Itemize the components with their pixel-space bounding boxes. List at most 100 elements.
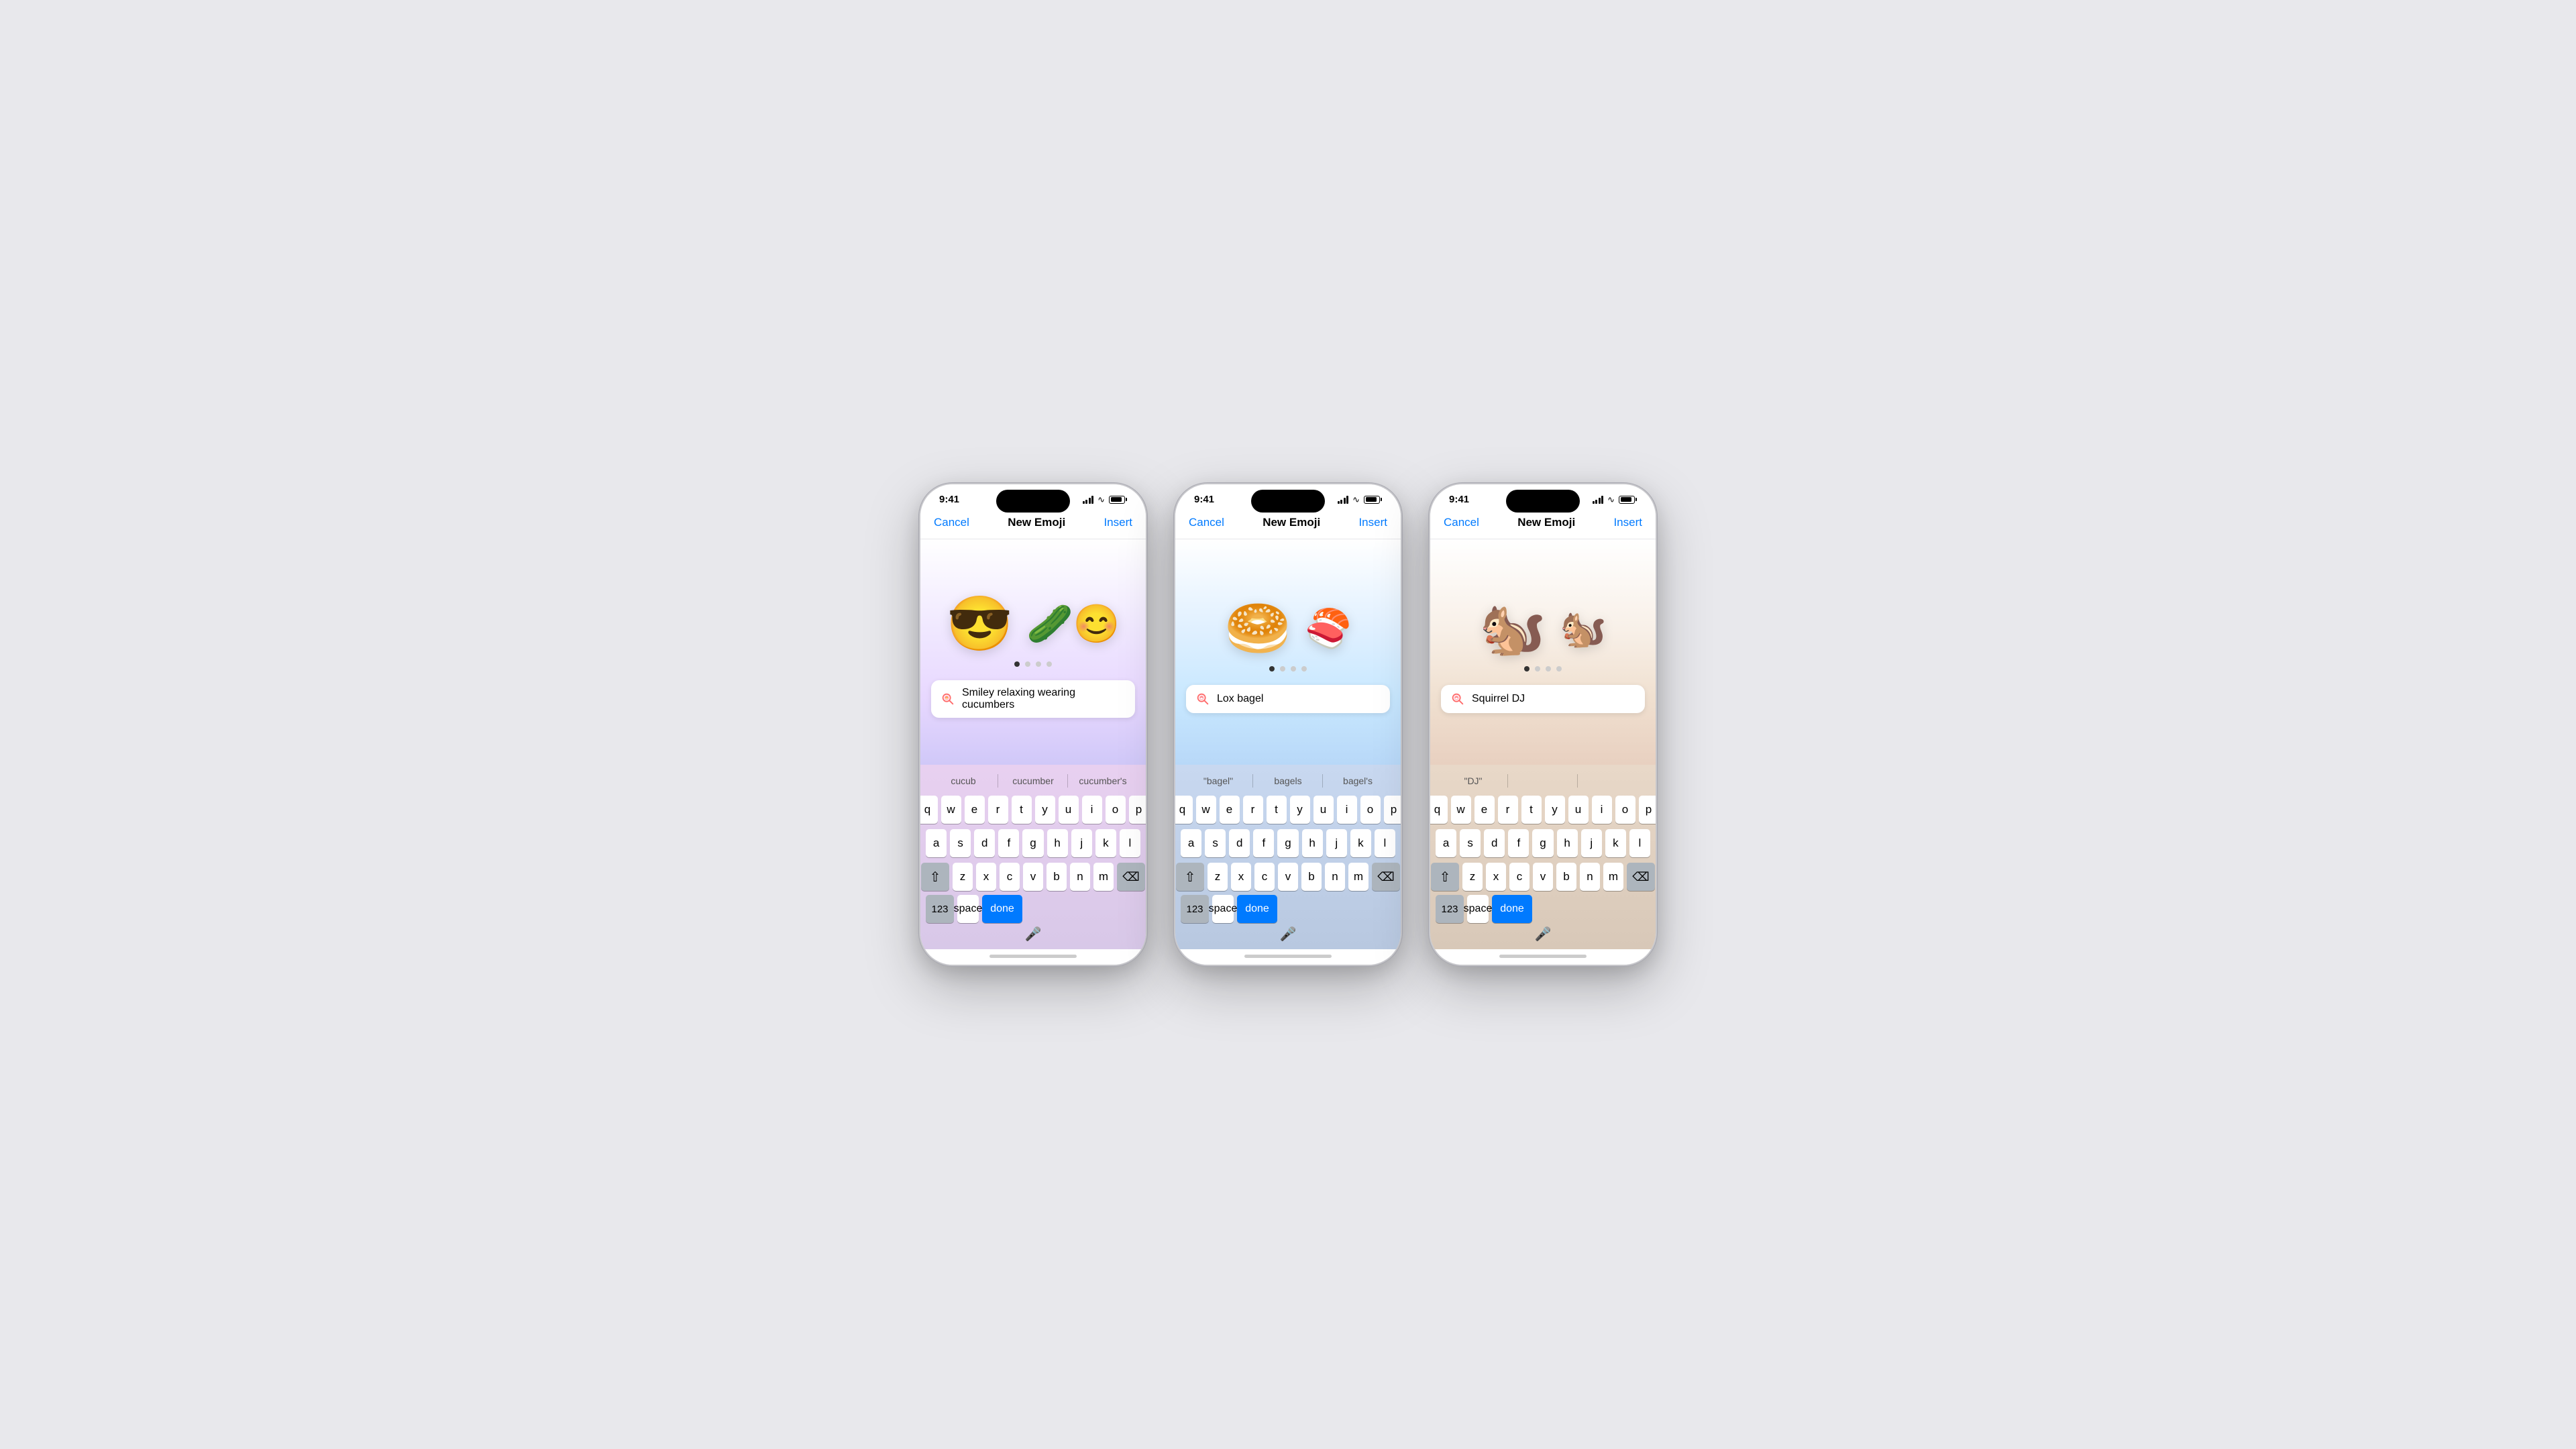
key-u-2[interactable]: u	[1313, 796, 1334, 824]
key-u-1[interactable]: u	[1059, 796, 1079, 824]
search-bar-2[interactable]: Lox bagel	[1186, 685, 1390, 713]
backspace-key-1[interactable]: ⌫	[1117, 863, 1145, 891]
key-u-3[interactable]: u	[1568, 796, 1589, 824]
dot-2-3[interactable]	[1291, 666, 1296, 672]
key-f-2[interactable]: f	[1253, 829, 1274, 857]
key-q-3[interactable]: q	[1429, 796, 1448, 824]
num-key-1[interactable]: 123	[926, 895, 954, 923]
key-o-2[interactable]: o	[1360, 796, 1381, 824]
emoji-secondary-3[interactable]: 🐿️	[1560, 610, 1607, 647]
mic-icon-2[interactable]: 🎤	[1280, 926, 1297, 943]
autocomplete-3-3[interactable]	[1578, 773, 1648, 789]
key-x-1[interactable]: x	[976, 863, 996, 891]
key-d-1[interactable]: d	[974, 829, 995, 857]
key-f-3[interactable]: f	[1508, 829, 1529, 857]
cancel-button-2[interactable]: Cancel	[1189, 516, 1224, 529]
cancel-button-3[interactable]: Cancel	[1444, 516, 1479, 529]
autocomplete-3-1[interactable]: "DJ"	[1438, 773, 1508, 789]
key-j-3[interactable]: j	[1581, 829, 1602, 857]
insert-button-3[interactable]: Insert	[1613, 516, 1642, 529]
key-r-2[interactable]: r	[1243, 796, 1263, 824]
key-z-3[interactable]: z	[1462, 863, 1483, 891]
dot-3-3[interactable]	[1546, 666, 1551, 672]
key-a-2[interactable]: a	[1181, 829, 1201, 857]
key-i-1[interactable]: i	[1082, 796, 1102, 824]
key-w-2[interactable]: w	[1196, 796, 1216, 824]
done-key-1[interactable]: done	[982, 895, 1022, 923]
key-p-1[interactable]: p	[1129, 796, 1148, 824]
key-h-2[interactable]: h	[1302, 829, 1323, 857]
key-e-3[interactable]: e	[1474, 796, 1495, 824]
key-c-2[interactable]: c	[1254, 863, 1275, 891]
key-q-2[interactable]: q	[1174, 796, 1193, 824]
emoji-secondary-1[interactable]: 🥒😊	[1026, 605, 1120, 643]
key-x-2[interactable]: x	[1231, 863, 1251, 891]
key-o-3[interactable]: o	[1615, 796, 1635, 824]
key-y-3[interactable]: y	[1545, 796, 1565, 824]
shift-key-2[interactable]: ⇧	[1176, 863, 1204, 891]
key-f-1[interactable]: f	[998, 829, 1019, 857]
key-t-2[interactable]: t	[1267, 796, 1287, 824]
key-d-2[interactable]: d	[1229, 829, 1250, 857]
dot-2-1[interactable]	[1269, 666, 1275, 672]
emoji-primary-1[interactable]: 😎	[946, 597, 1013, 651]
key-a-1[interactable]: a	[926, 829, 947, 857]
key-r-3[interactable]: r	[1498, 796, 1518, 824]
key-h-3[interactable]: h	[1557, 829, 1578, 857]
key-c-1[interactable]: c	[1000, 863, 1020, 891]
space-key-2[interactable]: space	[1212, 895, 1234, 923]
key-d-3[interactable]: d	[1484, 829, 1505, 857]
key-x-3[interactable]: x	[1486, 863, 1506, 891]
key-g-2[interactable]: g	[1277, 829, 1298, 857]
key-k-3[interactable]: k	[1605, 829, 1626, 857]
autocomplete-1-1[interactable]: cucub	[928, 773, 998, 789]
num-key-3[interactable]: 123	[1436, 895, 1464, 923]
key-s-3[interactable]: s	[1460, 829, 1481, 857]
key-e-2[interactable]: e	[1220, 796, 1240, 824]
key-v-3[interactable]: v	[1533, 863, 1553, 891]
key-b-2[interactable]: b	[1301, 863, 1322, 891]
emoji-secondary-2[interactable]: 🍣	[1305, 610, 1352, 647]
key-n-2[interactable]: n	[1325, 863, 1345, 891]
key-v-2[interactable]: v	[1278, 863, 1298, 891]
autocomplete-2-3[interactable]: bagel's	[1323, 773, 1393, 789]
key-q-1[interactable]: q	[919, 796, 938, 824]
key-n-1[interactable]: n	[1070, 863, 1090, 891]
mic-icon-1[interactable]: 🎤	[1025, 926, 1042, 943]
space-key-1[interactable]: space	[957, 895, 979, 923]
key-p-2[interactable]: p	[1384, 796, 1403, 824]
key-z-2[interactable]: z	[1208, 863, 1228, 891]
key-j-1[interactable]: j	[1071, 829, 1092, 857]
key-n-3[interactable]: n	[1580, 863, 1600, 891]
autocomplete-2-2[interactable]: bagels	[1253, 773, 1323, 789]
backspace-key-3[interactable]: ⌫	[1627, 863, 1655, 891]
emoji-primary-2[interactable]: 🥯	[1224, 602, 1291, 655]
dot-1-1[interactable]	[1014, 661, 1020, 667]
insert-button-1[interactable]: Insert	[1104, 516, 1132, 529]
key-m-2[interactable]: m	[1348, 863, 1368, 891]
key-v-1[interactable]: v	[1023, 863, 1043, 891]
dot-2-2[interactable]	[1280, 666, 1285, 672]
dot-1-2[interactable]	[1025, 661, 1030, 667]
key-j-2[interactable]: j	[1326, 829, 1347, 857]
key-a-3[interactable]: a	[1436, 829, 1456, 857]
key-k-1[interactable]: k	[1095, 829, 1116, 857]
dot-2-4[interactable]	[1301, 666, 1307, 672]
num-key-2[interactable]: 123	[1181, 895, 1209, 923]
key-s-1[interactable]: s	[950, 829, 971, 857]
key-l-1[interactable]: l	[1120, 829, 1140, 857]
shift-key-3[interactable]: ⇧	[1431, 863, 1459, 891]
key-h-1[interactable]: h	[1047, 829, 1068, 857]
search-bar-3[interactable]: Squirrel DJ	[1441, 685, 1645, 713]
dot-3-1[interactable]	[1524, 666, 1529, 672]
search-bar-1[interactable]: Smiley relaxing wearing cucumbers	[931, 680, 1135, 718]
key-b-3[interactable]: b	[1556, 863, 1576, 891]
key-g-1[interactable]: g	[1022, 829, 1043, 857]
done-key-2[interactable]: done	[1237, 895, 1277, 923]
mic-icon-3[interactable]: 🎤	[1535, 926, 1552, 943]
key-o-1[interactable]: o	[1106, 796, 1126, 824]
key-t-3[interactable]: t	[1521, 796, 1542, 824]
key-k-2[interactable]: k	[1350, 829, 1371, 857]
key-z-1[interactable]: z	[953, 863, 973, 891]
key-r-1[interactable]: r	[988, 796, 1008, 824]
